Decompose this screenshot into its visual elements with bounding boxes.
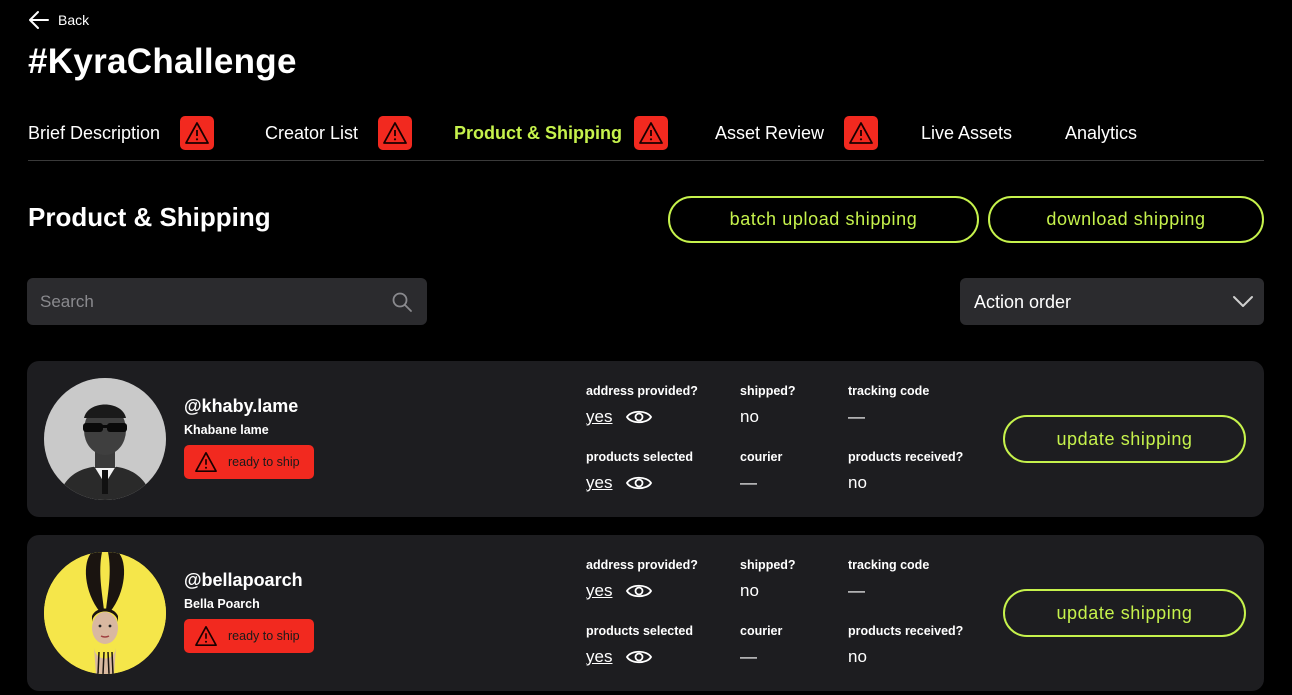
- page-title: #KyraChallenge: [28, 42, 297, 81]
- tab-live-assets[interactable]: Live Assets: [921, 114, 1012, 152]
- courier-label: courier: [740, 450, 783, 464]
- products-selected-value[interactable]: yes: [586, 647, 612, 667]
- shipped-value: no: [740, 581, 759, 600]
- status-badge: ready to ship: [184, 619, 314, 653]
- eye-icon[interactable]: [626, 582, 652, 600]
- status-label: ready to ship: [228, 455, 300, 469]
- warning-triangle-icon: [383, 122, 407, 144]
- creator-handle: @bellapoarch: [184, 570, 303, 590]
- products-received-value: no: [848, 647, 867, 666]
- tab-label: Asset Review: [715, 122, 825, 143]
- arrow-left-icon: [29, 11, 49, 29]
- warning-triangle-icon: [195, 452, 217, 472]
- back-link[interactable]: Back: [28, 10, 89, 30]
- creator-name: Bella Poarch: [184, 597, 260, 611]
- address-value[interactable]: yes: [586, 581, 612, 601]
- creator-handle: @khaby.lame: [184, 396, 299, 416]
- search-icon: [392, 292, 412, 312]
- tab-product-shipping[interactable]: Product & Shipping: [454, 114, 668, 152]
- creator-card: @bellapoarch Bella Poarch ready to ship …: [27, 535, 1264, 691]
- eye-icon[interactable]: [626, 408, 652, 426]
- update-shipping-button[interactable]: update shipping: [1003, 589, 1246, 637]
- section-title: Product & Shipping: [28, 202, 271, 232]
- warning-triangle-icon: [195, 626, 217, 646]
- warning-triangle-icon: [849, 122, 873, 144]
- status-label: ready to ship: [228, 629, 300, 643]
- avatar: [44, 378, 166, 500]
- products-received-label: products received?: [848, 624, 964, 638]
- sort-order-value: Action order: [974, 292, 1072, 312]
- products-received-value: no: [848, 473, 867, 492]
- creator-name: Khabane lame: [184, 423, 269, 437]
- tracking-label: tracking code: [848, 384, 930, 398]
- download-shipping-button[interactable]: download shipping: [988, 196, 1264, 243]
- tab-creator-list[interactable]: Creator List: [265, 114, 413, 152]
- shipped-label: shipped?: [740, 558, 796, 572]
- warning-badge: [634, 116, 668, 150]
- tab-label: Creator List: [265, 122, 359, 143]
- shipped-value: no: [740, 407, 759, 426]
- tab-asset-review[interactable]: Asset Review: [715, 114, 879, 152]
- products-selected-label: products selected: [586, 450, 693, 464]
- products-selected-value[interactable]: yes: [586, 473, 612, 493]
- tab-analytics[interactable]: Analytics: [1065, 114, 1137, 152]
- warning-badge: [180, 116, 215, 150]
- courier-value: —: [740, 473, 757, 492]
- sort-order-select[interactable]: Action order: [960, 278, 1264, 325]
- shipped-label: shipped?: [740, 384, 796, 398]
- products-received-label: products received?: [848, 450, 964, 464]
- tracking-value: —: [848, 407, 865, 426]
- eye-icon[interactable]: [626, 648, 652, 666]
- batch-upload-shipping-button[interactable]: batch upload shipping: [668, 196, 979, 243]
- tab-bar: Brief Description Creator List Product &…: [28, 114, 1264, 161]
- eye-icon[interactable]: [626, 474, 652, 492]
- avatar: [44, 552, 166, 674]
- warning-badge: [844, 116, 879, 150]
- address-label: address provided?: [586, 384, 698, 398]
- tab-label: Live Assets: [921, 122, 1013, 143]
- search-input[interactable]: Search: [27, 278, 427, 325]
- tab-label: Analytics: [1065, 122, 1138, 143]
- tab-label: Brief Description: [28, 122, 161, 143]
- back-label: Back: [58, 12, 90, 28]
- creator-photo: [44, 378, 166, 500]
- warning-badge: [378, 116, 413, 150]
- warning-triangle-icon: [185, 122, 209, 144]
- status-badge: ready to ship: [184, 445, 314, 479]
- products-selected-label: products selected: [586, 624, 693, 638]
- creator-card: @khaby.lame Khabane lame ready to ship a…: [27, 361, 1264, 517]
- tab-brief-description[interactable]: Brief Description: [28, 114, 215, 152]
- address-value[interactable]: yes: [586, 407, 612, 427]
- chevron-down-icon: [1233, 296, 1253, 307]
- creator-photo: [44, 552, 166, 674]
- warning-triangle-icon: [639, 122, 663, 144]
- tracking-value: —: [848, 581, 865, 600]
- tab-label: Product & Shipping: [454, 122, 622, 143]
- search-placeholder: Search: [40, 292, 94, 311]
- address-label: address provided?: [586, 558, 698, 572]
- courier-value: —: [740, 647, 757, 666]
- courier-label: courier: [740, 624, 783, 638]
- update-shipping-button[interactable]: update shipping: [1003, 415, 1246, 463]
- tracking-label: tracking code: [848, 558, 930, 572]
